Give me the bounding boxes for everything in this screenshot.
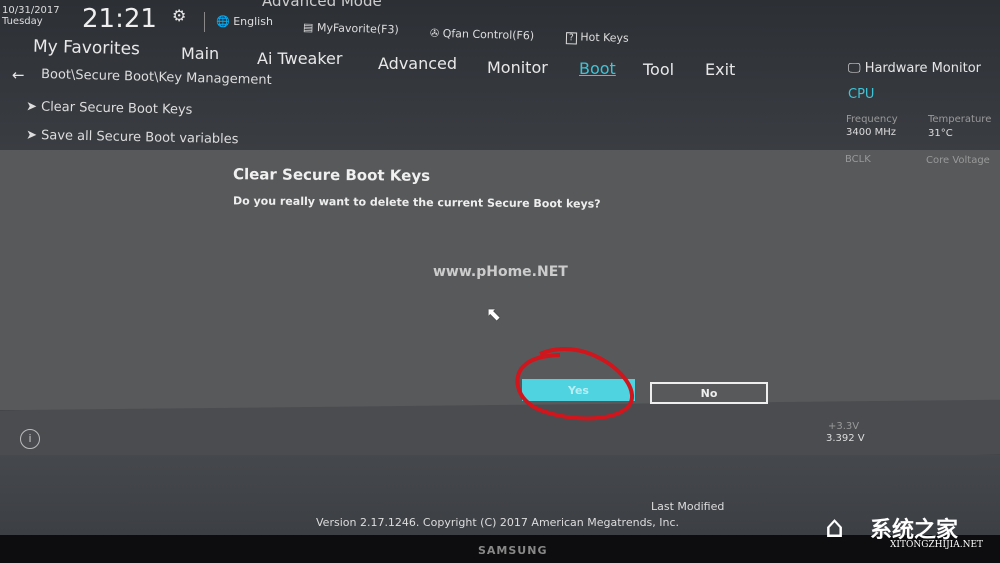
hotkeys-button[interactable]: ? Hot Keys <box>565 30 629 45</box>
date: 10/31/2017 <box>2 5 60 16</box>
hw-title-label: Hardware Monitor <box>864 61 982 76</box>
globe-icon: 🌐 <box>216 15 230 28</box>
version-text: Version 2.17.1246. Copyright (C) 2017 Am… <box>316 516 680 529</box>
day: Tuesday <box>2 16 43 27</box>
favorite-icon: ▤ <box>302 20 314 35</box>
myfavorite-label: MyFavorite(F3) <box>316 21 399 37</box>
samsung-logo: SAMSUNG <box>478 544 548 557</box>
xitongzhijia-logo-icon: ⌂ <box>825 510 845 545</box>
tab-monitor[interactable]: Monitor <box>487 58 548 77</box>
dialog-backdrop <box>0 150 1000 410</box>
watermark-phome: www.pHome.NET <box>433 264 568 280</box>
freq-value: 3400 MHz <box>846 127 897 138</box>
hardware-monitor-title: 🖵 Hardware Monitor <box>848 61 981 76</box>
language-button[interactable]: 🌐 English <box>216 15 273 28</box>
settings-gear-icon[interactable]: ⚙ <box>172 6 186 25</box>
mode-title: Advanced Mode <box>262 0 382 10</box>
temp-value: 31°C <box>928 128 953 139</box>
mouse-cursor-icon: ⬉ <box>486 304 502 325</box>
myfavorite-button[interactable]: ▤ MyFavorite(F3) <box>303 21 399 37</box>
temp-label: Temperature <box>928 114 992 125</box>
tab-advanced[interactable]: Advanced <box>378 54 457 73</box>
freq-label: Frequency <box>846 114 898 125</box>
watermark-site: XITONGZHIJIA.NET <box>890 540 984 550</box>
no-button[interactable]: No <box>650 382 768 404</box>
tab-tool[interactable]: Tool <box>643 60 674 79</box>
chevron-right-icon: ➤ <box>25 99 38 115</box>
help-icon: ? <box>565 32 577 45</box>
clock: 21:21 <box>82 4 157 34</box>
chevron-right-icon: ➤ <box>25 127 38 144</box>
divider <box>204 12 205 32</box>
fan-icon: ✇ <box>429 26 440 40</box>
tab-main[interactable]: Main <box>181 44 219 63</box>
language-label: English <box>233 15 273 28</box>
v33-value: 3.392 V <box>826 433 865 444</box>
cpu-section: CPU <box>848 87 875 102</box>
v33-label: +3.3V <box>828 421 860 432</box>
qfan-label: Qfan Control(F6) <box>442 26 535 43</box>
back-arrow-icon[interactable]: ← <box>12 66 25 84</box>
red-annotation-circle <box>515 347 634 421</box>
vcore-label: Core Voltage <box>926 155 990 166</box>
info-icon[interactable]: i <box>20 429 40 449</box>
dialog-title: Clear Secure Boot Keys <box>232 165 431 185</box>
tab-my-favorites[interactable]: My Favorites <box>33 37 140 60</box>
last-modified-button[interactable]: Last Modified <box>651 500 724 513</box>
tab-ai-tweaker[interactable]: Ai Tweaker <box>257 49 342 68</box>
hotkeys-label: Hot Keys <box>580 30 629 45</box>
tab-exit[interactable]: Exit <box>705 60 735 79</box>
menu-item-label: Clear Secure Boot Keys <box>40 99 193 118</box>
bclk-label: BCLK <box>845 154 871 165</box>
monitor-icon: 🖵 <box>848 61 861 76</box>
qfan-button[interactable]: ✇ Qfan Control(F6) <box>430 27 534 43</box>
tab-boot[interactable]: Boot <box>579 59 616 78</box>
